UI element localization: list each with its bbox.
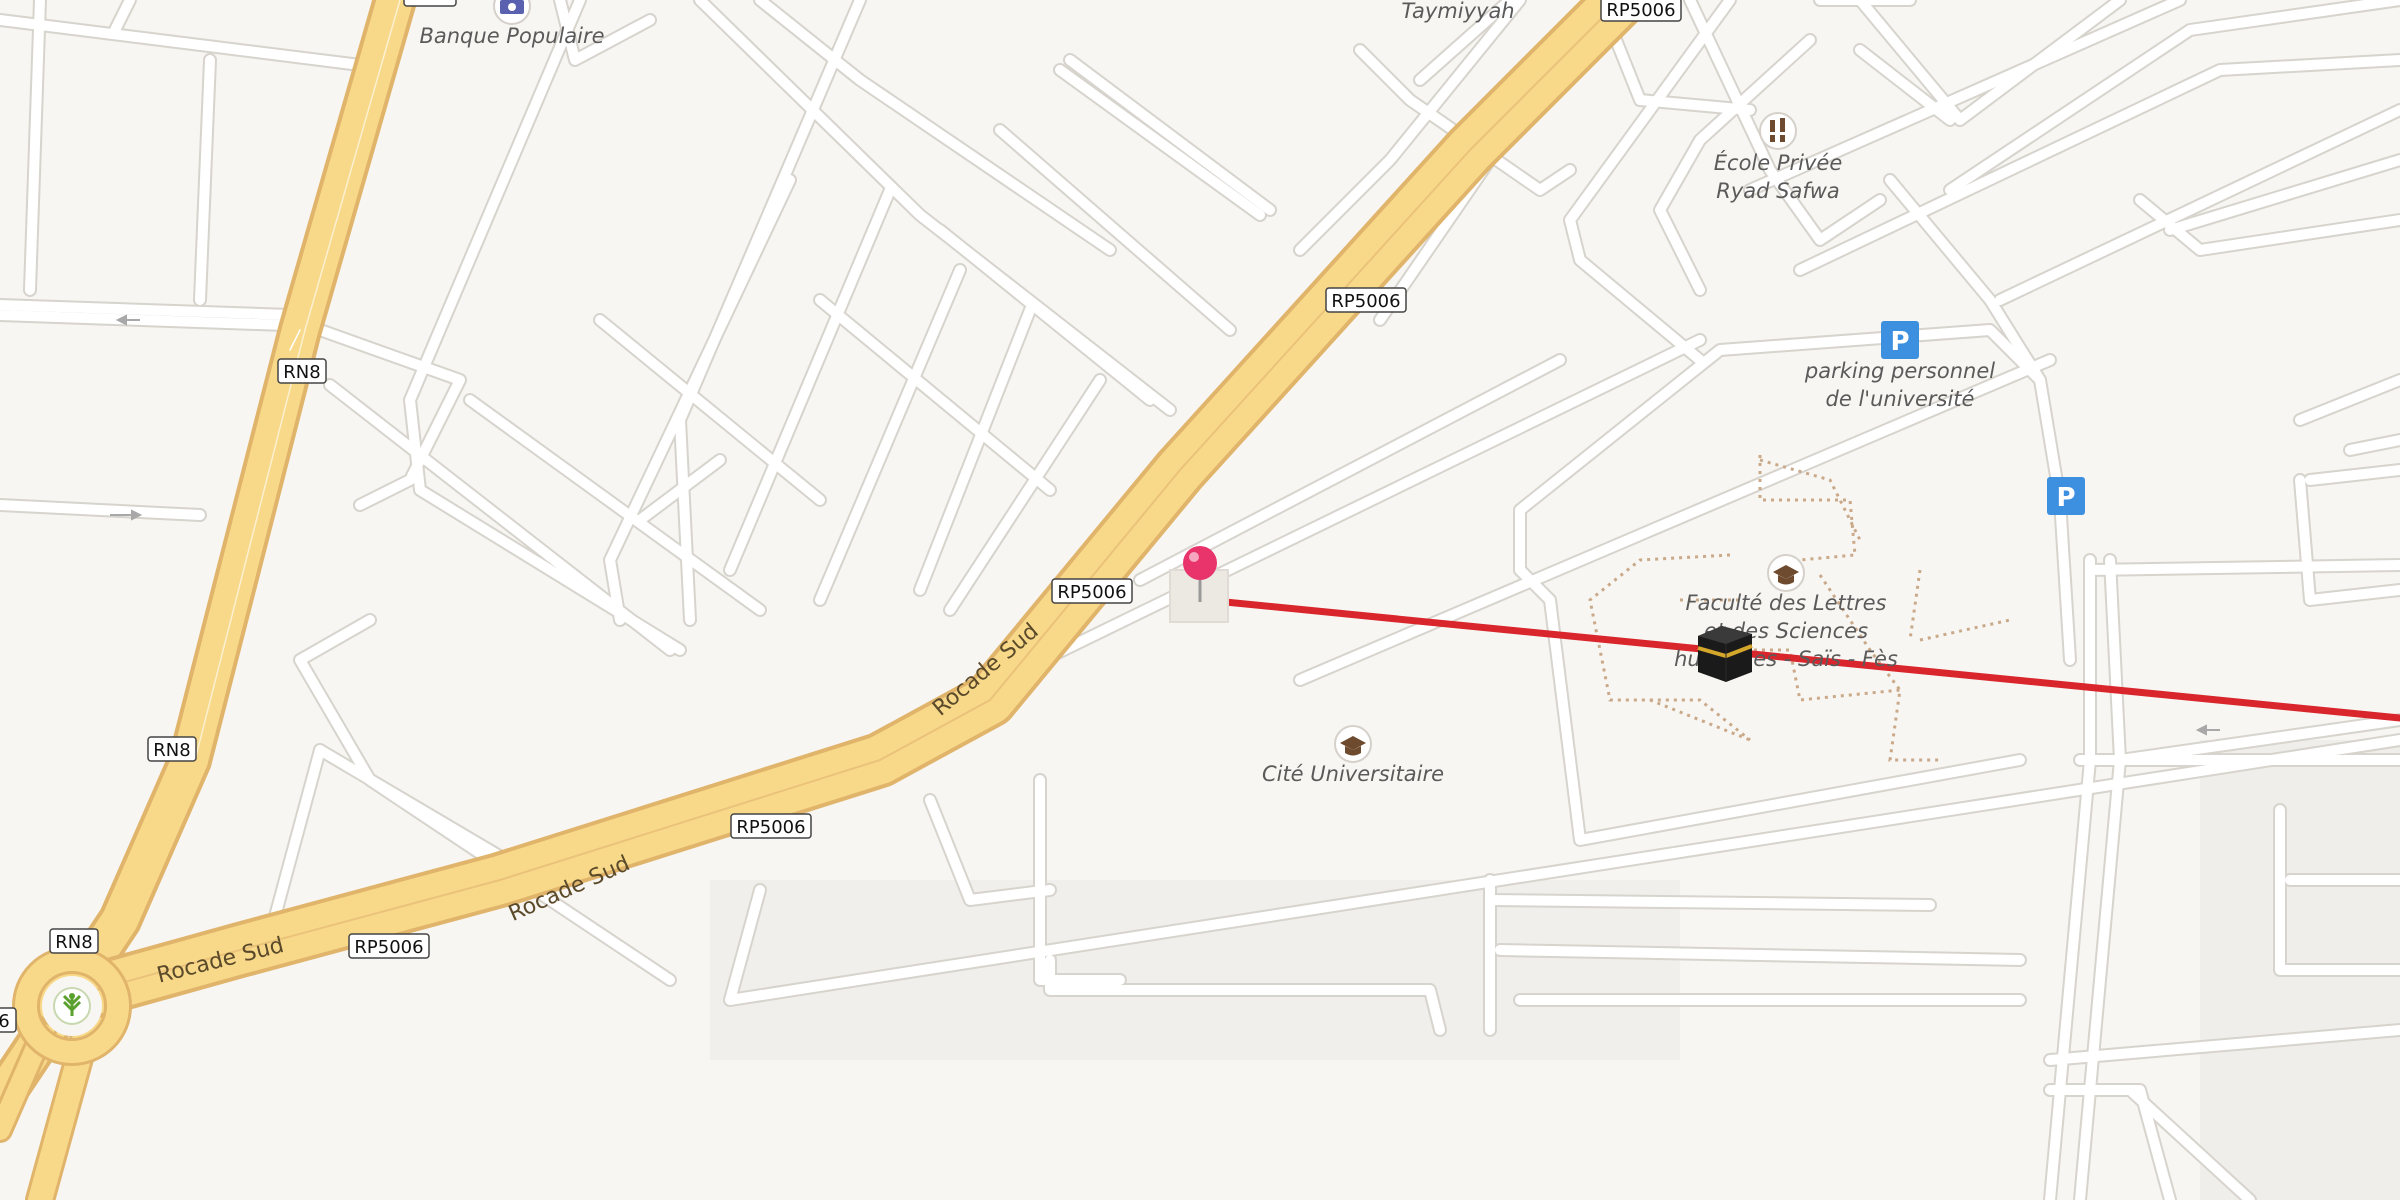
parking-icon[interactable]: P xyxy=(1881,321,1919,359)
kaaba-icon[interactable] xyxy=(1697,626,1753,682)
svg-text:RP5006: RP5006 xyxy=(354,937,423,958)
svg-text:RP5006: RP5006 xyxy=(736,817,805,838)
route-shield-rn8: RN8 xyxy=(277,358,327,384)
svg-text:RN8: RN8 xyxy=(55,932,92,953)
route-shield-rp5006: RP5006 xyxy=(1325,287,1407,313)
place-label-ecole-line1: École Privée xyxy=(1714,150,1843,175)
place-label-parking-line2: de l'université xyxy=(1826,387,1975,411)
place-label-faculte-line1: Faculté des Lettres xyxy=(1686,591,1887,615)
svg-text:RP5006: RP5006 xyxy=(1606,0,1675,21)
route-shield-rp5006: RP5006 xyxy=(730,813,812,839)
svg-text:6: 6 xyxy=(0,1011,10,1032)
place-label-taymiyyah: Taymiyyah xyxy=(1401,0,1514,23)
route-shield-partial xyxy=(403,0,457,7)
route-shield-rp5006: RP5006 xyxy=(1051,578,1133,604)
route-shield-rn8: RN8 xyxy=(49,928,99,954)
place-label-parking-line1: parking personnel xyxy=(1804,359,1995,383)
university-icon[interactable] xyxy=(1767,554,1805,592)
garden-icon[interactable] xyxy=(53,987,91,1025)
school-icon[interactable] xyxy=(1759,112,1797,150)
route-shield-rp5006: RP5006 xyxy=(1600,0,1682,22)
svg-text:RP5006: RP5006 xyxy=(1057,582,1126,603)
svg-text:P: P xyxy=(2056,483,2075,513)
route-shield-rn8: RN8 xyxy=(147,736,197,762)
route-shield-rp5006: RP5006 xyxy=(348,933,430,959)
svg-text:RN8: RN8 xyxy=(283,362,320,383)
map-canvas[interactable]: Banque Populaire Taymiyyah École Privée … xyxy=(0,0,2400,1200)
place-label-ecole-line2: Ryad Safwa xyxy=(1716,179,1840,203)
university-icon[interactable] xyxy=(1334,725,1372,763)
svg-text:RN8: RN8 xyxy=(153,740,190,761)
svg-text:RP5006: RP5006 xyxy=(1331,291,1400,312)
place-label-banque-populaire: Banque Populaire xyxy=(419,24,604,48)
place-label-cite-universitaire: Cité Universitaire xyxy=(1262,762,1444,786)
parking-icon[interactable]: P xyxy=(2047,477,2085,515)
svg-text:P: P xyxy=(1890,327,1909,357)
route-shield-partial: 6 xyxy=(0,1007,17,1033)
